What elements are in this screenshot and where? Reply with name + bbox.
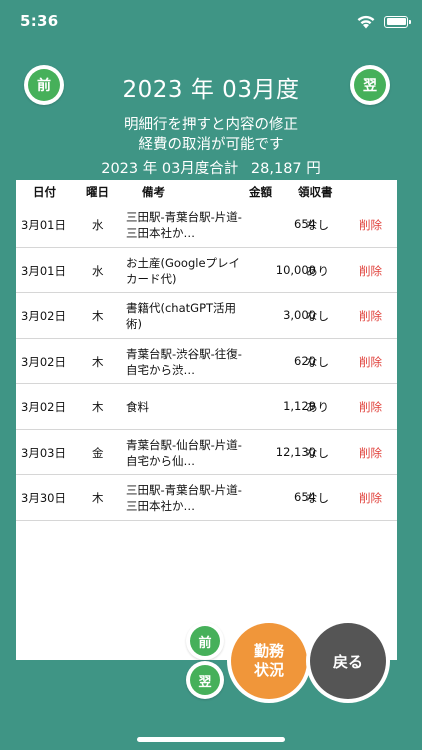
next-month-button[interactable]: 翌 <box>350 65 390 105</box>
column-header-date: 日付 <box>33 185 56 199</box>
row-date: 3月01日 <box>21 263 66 278</box>
row-weekday: 水 <box>92 218 104 232</box>
row-receipt: なし <box>306 445 329 460</box>
delete-button[interactable]: 削除 <box>359 354 382 370</box>
row-amount: 1,129 <box>283 399 316 413</box>
table-header: 日付 曜日 備考 金額 領収書 <box>16 180 397 202</box>
total-value: 28,187 円 <box>250 161 321 177</box>
delete-button[interactable]: 削除 <box>359 399 382 415</box>
work-status-button[interactable]: 勤務 状況 <box>227 619 311 703</box>
column-header-weekday: 曜日 <box>86 185 109 199</box>
instruction-line-1: 明細行を押すと内容の修正 <box>124 117 298 133</box>
status-icons <box>356 14 411 29</box>
row-date: 3月30日 <box>21 491 66 505</box>
battery-icon <box>384 15 411 28</box>
row-note: 三田駅-青葉台駅-片道-三田本社か… <box>126 210 242 240</box>
table-row[interactable]: 3月02日 木 書籍代(chatGPT活用術) 3,000 なし 削除 <box>16 293 397 339</box>
row-weekday: 木 <box>92 309 104 323</box>
row-weekday: 水 <box>92 263 104 278</box>
work-status-line-1: 勤務 <box>253 642 284 660</box>
monthly-total: 2023 年 03月度合計 28,187 円 <box>0 157 422 178</box>
back-button[interactable]: 戻る <box>306 619 390 703</box>
table-row[interactable]: 3月02日 木 食料 1,129 あり 削除 <box>16 384 397 430</box>
prev-month-label-bottom: 前 <box>190 626 220 656</box>
row-note: 青葉台駅-渋谷駅-往復-自宅から渋… <box>126 346 242 377</box>
table-row[interactable]: 3月02日 木 青葉台駅-渋谷駅-往復-自宅から渋… 620 なし 削除 <box>16 339 397 384</box>
row-date: 3月01日 <box>21 218 66 232</box>
delete-button[interactable]: 削除 <box>359 217 382 233</box>
row-date: 3月02日 <box>21 354 66 369</box>
work-status-label: 勤務 状況 <box>231 623 307 699</box>
instruction-line-2: 経費の取消が可能です <box>138 137 284 153</box>
table-row[interactable]: 3月01日 水 三田駅-青葉台駅-片道-三田本社か… 654 なし 削除 <box>16 202 397 248</box>
row-date: 3月02日 <box>21 309 66 323</box>
row-receipt: なし <box>306 309 329 323</box>
row-amount: 3,000 <box>283 308 316 322</box>
delete-button[interactable]: 削除 <box>359 490 382 506</box>
work-status-line-2: 状況 <box>253 661 284 679</box>
prev-month-button-bottom[interactable]: 前 <box>186 622 224 660</box>
status-time: 5:36 <box>20 12 59 30</box>
status-bar: 5:36 <box>0 0 422 44</box>
row-receipt: なし <box>306 491 329 505</box>
delete-button[interactable]: 削除 <box>359 263 382 279</box>
row-receipt: あり <box>306 400 329 414</box>
row-note: 三田駅-青葉台駅-片道-三田本社か… <box>126 483 242 513</box>
delete-button[interactable]: 削除 <box>359 308 382 324</box>
row-weekday: 木 <box>92 491 104 505</box>
back-label: 戻る <box>310 623 386 699</box>
row-note: お土産(Googleプレイカード代) <box>126 255 241 286</box>
row-note: 書籍代(chatGPT活用術) <box>126 301 237 331</box>
delete-button[interactable]: 削除 <box>359 445 382 461</box>
row-weekday: 金 <box>92 445 104 460</box>
column-header-amount: 金額 <box>249 185 272 199</box>
row-note: 食料 <box>126 400 149 414</box>
row-amount: 12,130 <box>275 444 316 459</box>
row-amount: 620 <box>294 353 316 368</box>
row-weekday: 木 <box>92 400 104 414</box>
row-amount: 654 <box>294 217 316 231</box>
table-row[interactable]: 3月03日 金 青葉台駅-仙台駅-片道-自宅から仙… 12,130 なし 削除 <box>16 430 397 475</box>
row-amount: 654 <box>294 490 316 504</box>
row-receipt: なし <box>306 218 329 232</box>
row-weekday: 木 <box>92 354 104 369</box>
table-row[interactable]: 3月01日 水 お土産(Googleプレイカード代) 10,000 あり 削除 <box>16 248 397 293</box>
row-note: 青葉台駅-仙台駅-片道-自宅から仙… <box>126 437 242 468</box>
row-date: 3月02日 <box>21 400 66 414</box>
next-month-label: 翌 <box>354 69 386 101</box>
column-header-note: 備考 <box>142 185 165 199</box>
home-indicator[interactable] <box>137 737 285 742</box>
next-month-button-bottom[interactable]: 翌 <box>186 661 224 699</box>
wifi-icon <box>357 15 375 29</box>
row-receipt: あり <box>306 263 329 278</box>
next-month-label-bottom: 翌 <box>190 665 220 695</box>
column-header-receipt: 領収書 <box>298 185 333 199</box>
row-receipt: なし <box>306 354 329 369</box>
table-row[interactable]: 3月30日 木 三田駅-青葉台駅-片道-三田本社か… 654 なし 削除 <box>16 475 397 521</box>
total-label: 2023 年 03月度合計 <box>101 161 239 177</box>
expense-table: 日付 曜日 備考 金額 領収書 3月01日 水 三田駅-青葉台駅-片道-三田本社… <box>16 180 397 660</box>
row-date: 3月03日 <box>21 445 66 460</box>
row-amount: 10,000 <box>275 262 316 277</box>
